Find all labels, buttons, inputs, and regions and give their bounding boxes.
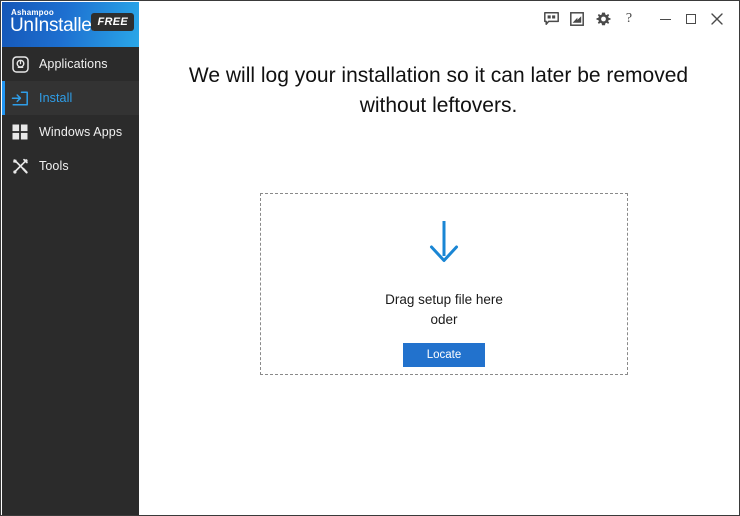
news-icon[interactable] xyxy=(564,6,590,32)
main-content: We will log your installation so it can … xyxy=(139,36,738,514)
maximize-icon[interactable] xyxy=(678,6,704,32)
dropzone-inner: Drag setup file here oder Locate xyxy=(261,220,627,367)
setup-file-dropzone[interactable]: Drag setup file here oder Locate xyxy=(260,193,628,375)
sidebar-nav: Applications Install Windows Apps Tools xyxy=(2,47,139,183)
download-arrow-icon xyxy=(430,221,458,262)
minimize-icon[interactable] xyxy=(652,6,678,32)
page-headline: We will log your installation so it can … xyxy=(188,64,689,117)
applications-icon xyxy=(10,54,30,74)
sidebar-item-label: Applications xyxy=(39,57,108,71)
gear-icon[interactable] xyxy=(590,6,616,32)
dropzone-primary-text: Drag setup file here xyxy=(385,292,503,307)
windows-apps-icon xyxy=(10,122,30,142)
edition-badge: FREE xyxy=(91,13,134,31)
sidebar: Ashampoo UnInstaller FREE Applications I… xyxy=(2,2,139,515)
feedback-icon[interactable] xyxy=(538,6,564,32)
install-icon xyxy=(10,88,30,108)
dropzone-secondary-text: oder xyxy=(430,312,458,327)
brand-header: Ashampoo UnInstaller FREE xyxy=(2,2,139,47)
minimize-glyph xyxy=(659,18,671,20)
sidebar-item-install[interactable]: Install xyxy=(2,81,139,115)
brand-product-name: UnInstaller xyxy=(10,15,98,37)
brand-product-prefix: Un xyxy=(10,15,34,36)
sidebar-item-label: Install xyxy=(39,91,73,105)
sidebar-item-label: Tools xyxy=(39,159,69,173)
brand-product-suffix: Installer xyxy=(33,15,98,36)
sidebar-item-applications[interactable]: Applications xyxy=(2,47,139,81)
locate-button[interactable]: Locate xyxy=(403,343,485,367)
titlebar: ? xyxy=(139,2,738,36)
close-icon[interactable] xyxy=(704,6,730,32)
sidebar-item-label: Windows Apps xyxy=(39,125,123,139)
help-glyph: ? xyxy=(625,11,633,26)
tools-icon xyxy=(10,156,30,176)
application-window: Ashampoo UnInstaller FREE Applications I… xyxy=(0,0,740,516)
maximize-glyph xyxy=(686,14,696,24)
help-icon[interactable]: ? xyxy=(616,6,642,32)
sidebar-item-windows-apps[interactable]: Windows Apps xyxy=(2,115,139,149)
sidebar-item-tools[interactable]: Tools xyxy=(2,149,139,183)
